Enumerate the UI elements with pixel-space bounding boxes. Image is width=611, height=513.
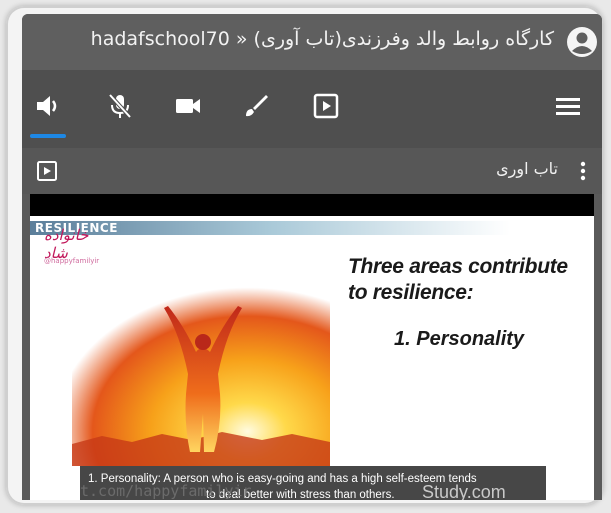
volume-icon[interactable] bbox=[32, 90, 64, 122]
watermark-url: t.com/happyfamilyir bbox=[80, 482, 252, 500]
menu-icon[interactable] bbox=[552, 90, 584, 122]
brand-handle: @happyfamilyir bbox=[44, 257, 100, 265]
app-window: hadafschool70 » کارگاه روابط والد وفرزند… bbox=[22, 14, 602, 500]
media-toolbar bbox=[22, 70, 602, 148]
video-player[interactable]: RESILIENCE خانواده شاد @happyfamilyir Th… bbox=[30, 194, 594, 500]
video-camera-icon[interactable] bbox=[172, 90, 204, 122]
more-vert-icon[interactable] bbox=[578, 160, 588, 182]
slide-headline: Three areas contribute to resilience: bbox=[348, 255, 568, 304]
play-box-icon[interactable] bbox=[310, 90, 342, 122]
watermark-site: Study.com bbox=[422, 482, 506, 500]
play-box-icon[interactable] bbox=[36, 160, 58, 182]
brush-icon[interactable] bbox=[240, 90, 272, 122]
content-title: تاب اوری bbox=[496, 159, 558, 178]
title-bar: hadafschool70 » کارگاه روابط والد وفرزند… bbox=[22, 14, 602, 70]
active-tab-indicator bbox=[30, 134, 66, 138]
brand-logo: خانواده شاد bbox=[44, 226, 89, 262]
room-title: hadafschool70 » کارگاه روابط والد وفرزند… bbox=[90, 28, 554, 50]
account-icon[interactable] bbox=[566, 26, 598, 58]
mic-off-icon[interactable] bbox=[104, 90, 136, 122]
presentation-slide: RESILIENCE خانواده شاد @happyfamilyir Th… bbox=[30, 216, 594, 500]
sunset-silhouette-image bbox=[72, 274, 330, 466]
slide-point: 1. Personality bbox=[394, 328, 525, 350]
content-header: تاب اوری bbox=[22, 148, 602, 194]
